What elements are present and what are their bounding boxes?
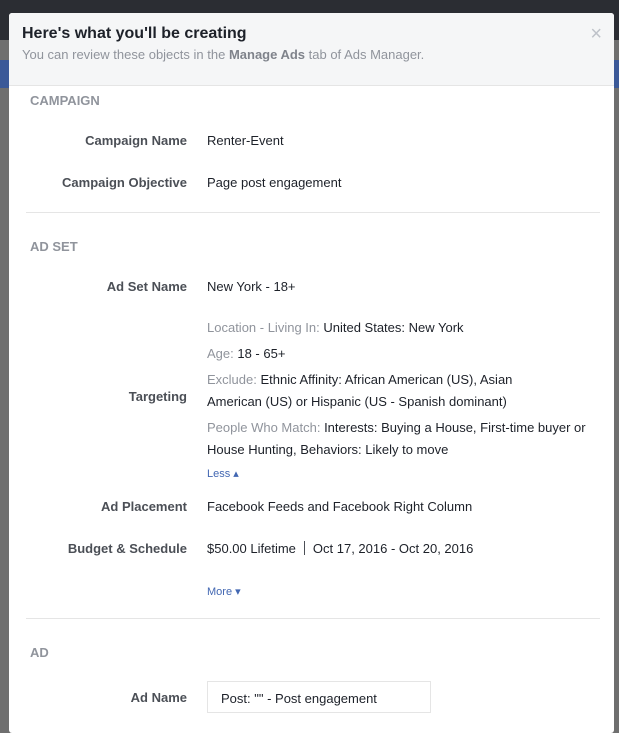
adset-heading: AD SET [30, 239, 78, 254]
age-key: Age: [207, 346, 238, 361]
match-key: People Who Match: [207, 420, 325, 435]
divider [26, 618, 600, 619]
dialog-header: Here's what you'll be creating You can r… [9, 13, 614, 86]
targeting-exclude: Exclude: Ethnic Affinity: African Americ… [207, 369, 537, 413]
campaign-name-value: Renter-Event [207, 133, 284, 148]
ad-name-input[interactable]: Post: "" - Post engagement [207, 681, 431, 713]
age-value: 18 - 65+ [237, 346, 286, 361]
targeting-location: Location - Living In: United States: New… [207, 317, 597, 339]
placement-label: Ad Placement [101, 499, 187, 514]
targeting-people-match: People Who Match: Interests: Buying a Ho… [207, 417, 587, 461]
creation-summary-dialog: Here's what you'll be creating You can r… [9, 13, 614, 733]
budget-label: Budget & Schedule [67, 541, 187, 556]
targeting-list: Location - Living In: United States: New… [207, 317, 597, 485]
campaign-objective-value: Page post engagement [207, 175, 342, 190]
campaign-objective-label: Campaign Objective [62, 175, 187, 190]
schedule-value: Oct 17, 2016 - Oct 20, 2016 [312, 541, 474, 556]
ad-heading: AD [30, 645, 49, 660]
placement-value: Facebook Feeds and Facebook Right Column [207, 499, 473, 514]
subtitle-text: You can review these objects in the [22, 47, 229, 62]
less-link[interactable]: Less ▴ [207, 463, 597, 485]
adset-name-label: Ad Set Name [106, 279, 187, 294]
subtitle-text-end: tab of Ads Manager. [305, 47, 425, 62]
exclude-key: Exclude: [207, 372, 261, 387]
targeting-label: Targeting [128, 389, 187, 404]
location-key: Location - Living In: [207, 320, 324, 335]
budget-value-group: $50.00 Lifetime Oct 17, 2016 - Oct 20, 20… [207, 538, 597, 560]
close-icon[interactable]: × [590, 23, 602, 46]
dialog-subtitle: You can review these objects in the Mana… [22, 47, 424, 62]
manage-ads-text: Manage Ads [228, 47, 306, 62]
campaign-heading: CAMPAIGN [30, 93, 100, 108]
divider [26, 212, 600, 213]
more-link[interactable]: More ▾ [207, 581, 597, 603]
campaign-name-label: Campaign Name [85, 133, 187, 148]
ad-name-label: Ad Name [130, 690, 187, 705]
separator [303, 541, 305, 555]
location-value: United States: New York [323, 320, 464, 335]
targeting-age: Age: 18 - 65+ [207, 343, 597, 365]
budget-value: $50.00 Lifetime [207, 541, 296, 556]
dialog-title: Here's what you'll be creating [22, 25, 247, 42]
adset-name-value: New York - 18+ [207, 279, 296, 294]
